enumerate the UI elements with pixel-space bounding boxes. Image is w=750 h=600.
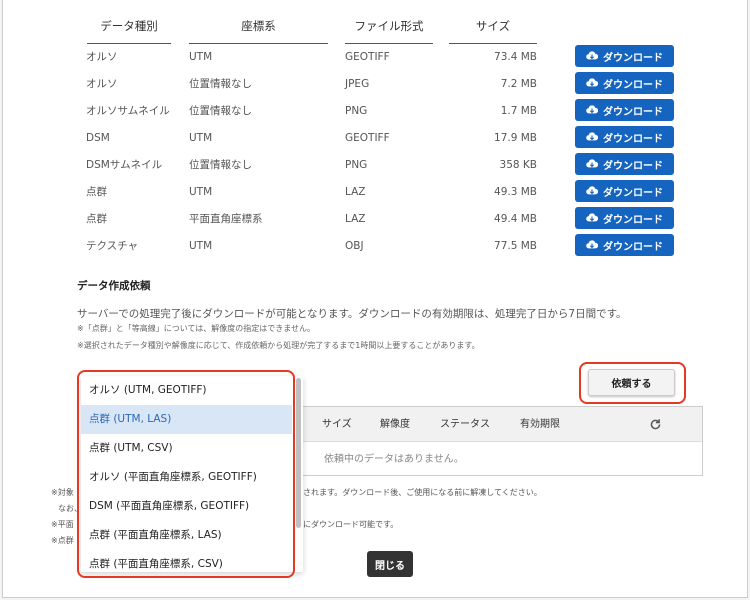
download-button-label: ダウンロード [603, 241, 663, 253]
cell-size: 1.7 MB [500, 105, 537, 117]
cell-size: 358 KB [499, 159, 537, 171]
cell-data-type: 点群 [86, 213, 107, 225]
header-format: ファイル形式 [345, 18, 433, 44]
bottom-note-1-left: ※対象 [51, 488, 74, 497]
status-header-size: サイズ [322, 419, 352, 430]
cell-data-type: オルソサムネイル [86, 105, 170, 117]
download-button-label: ダウンロード [603, 133, 663, 145]
bottom-note-4-left: ※点群 [51, 536, 74, 545]
cloud-download-icon [586, 105, 598, 114]
cloud-download-icon [586, 240, 598, 249]
download-button-label: ダウンロード [603, 187, 663, 199]
download-button[interactable]: ダウンロード [575, 99, 674, 121]
download-button[interactable]: ダウンロード [575, 207, 674, 229]
table-row: 点群 UTM LAZ 49.3 MB ダウンロード [3, 179, 750, 206]
download-button[interactable]: ダウンロード [575, 153, 674, 175]
request-section-title: データ作成依頼 [77, 280, 151, 292]
cell-crs: 位置情報なし [189, 159, 252, 171]
cell-crs: UTM [189, 240, 213, 252]
cell-size: 49.3 MB [494, 186, 537, 198]
cell-format: GEOTIFF [345, 51, 390, 63]
cell-crs: 平面直角座標系 [189, 213, 263, 225]
status-empty-message: 依頼中のデータはありません。 [324, 454, 464, 465]
download-button-label: ダウンロード [603, 106, 663, 118]
cell-format: PNG [345, 105, 368, 117]
table-row: オルソサムネイル 位置情報なし PNG 1.7 MB ダウンロード [3, 98, 750, 125]
close-button[interactable]: 閉じる [367, 551, 413, 577]
bottom-note-3-left: ※平面 [51, 520, 74, 529]
cloud-download-icon [586, 186, 598, 195]
dropdown-scrollbar[interactable] [296, 378, 301, 528]
request-note-2: ※選択されたデータ種別や解像度に応じて、作成依頼から処理が完了するまで1時間以上… [77, 341, 480, 350]
cell-data-type: 点群 [86, 186, 107, 198]
table-row: オルソ UTM GEOTIFF 73.4 MB ダウンロード [3, 44, 750, 71]
cell-data-type: DSMサムネイル [86, 159, 163, 171]
header-crs: 座標系 [189, 18, 328, 44]
cloud-download-icon [586, 159, 598, 168]
table-row: DSMサムネイル 位置情報なし PNG 358 KB ダウンロード [3, 152, 750, 179]
table-row: オルソ 位置情報なし JPEG 7.2 MB ダウンロード [3, 71, 750, 98]
request-button[interactable]: 依頼する [588, 369, 675, 396]
cell-crs: UTM [189, 132, 213, 144]
cell-size: 7.2 MB [500, 78, 537, 90]
modal-panel: データ種別 座標系 ファイル形式 サイズ オルソ UTM GEOTIFF 73.4 M… [2, 0, 748, 598]
cell-crs: UTM [189, 186, 213, 198]
cell-crs: 位置情報なし [189, 78, 252, 90]
header-size: サイズ [449, 18, 537, 44]
cell-size: 73.4 MB [494, 51, 537, 63]
download-button-label: ダウンロード [603, 52, 663, 64]
download-button[interactable]: ダウンロード [575, 126, 674, 148]
cell-data-type: オルソ [86, 51, 118, 63]
download-button-label: ダウンロード [603, 160, 663, 172]
refresh-icon[interactable] [649, 418, 662, 431]
cell-size: 77.5 MB [494, 240, 537, 252]
dropdown-highlight [77, 370, 295, 578]
status-header-status: ステータス [440, 419, 490, 430]
cell-crs: UTM [189, 51, 213, 63]
cloud-download-icon [586, 213, 598, 222]
cell-data-type: DSM [86, 132, 110, 144]
cell-data-type: オルソ [86, 78, 118, 90]
cloud-download-icon [586, 78, 598, 87]
request-description: サーバーでの処理完了後にダウンロードが可能となります。ダウンロードの有効期限は、… [77, 308, 627, 320]
status-header-resolution: 解像度 [380, 419, 410, 430]
table-row: テクスチャ UTM OBJ 77.5 MB ダウンロード [3, 233, 750, 260]
cell-format: PNG [345, 159, 368, 171]
download-button[interactable]: ダウンロード [575, 180, 674, 202]
table-row: 点群 平面直角座標系 LAZ 49.4 MB ダウンロード [3, 206, 750, 233]
header-data-type: データ種別 [87, 18, 171, 44]
cell-data-type: テクスチャ [86, 240, 139, 252]
status-table-header: サイズ 解像度 ステータス 有効期限 [294, 407, 702, 442]
download-button-label: ダウンロード [603, 79, 663, 91]
download-button[interactable]: ダウンロード [575, 72, 674, 94]
cell-format: LAZ [345, 186, 366, 198]
request-status-table: サイズ 解像度 ステータス 有効期限 依頼中のデータはありません。 [293, 406, 703, 476]
download-button[interactable]: ダウンロード [575, 45, 674, 67]
cloud-download-icon [586, 51, 598, 60]
cloud-download-icon [586, 132, 598, 141]
table-row: DSM UTM GEOTIFF 17.9 MB ダウンロード [3, 125, 750, 152]
status-header-expiry: 有効期限 [520, 419, 560, 430]
cell-size: 49.4 MB [494, 213, 537, 225]
cell-format: LAZ [345, 213, 366, 225]
cell-format: OBJ [345, 240, 364, 252]
download-button[interactable]: ダウンロード [575, 234, 674, 256]
request-note-1: ※「点群」と「等高線」については、解像度の指定はできません。 [77, 324, 316, 333]
cell-format: GEOTIFF [345, 132, 390, 144]
bottom-note-1-right: されます。ダウンロード後、ご使用になる前に解凍してください。 [303, 488, 542, 497]
cell-size: 17.9 MB [494, 132, 537, 144]
bottom-note-3-right: にダウンロード可能です。 [303, 520, 399, 529]
download-button-label: ダウンロード [603, 214, 663, 226]
cell-format: JPEG [345, 78, 370, 90]
cell-crs: 位置情報なし [189, 105, 252, 117]
